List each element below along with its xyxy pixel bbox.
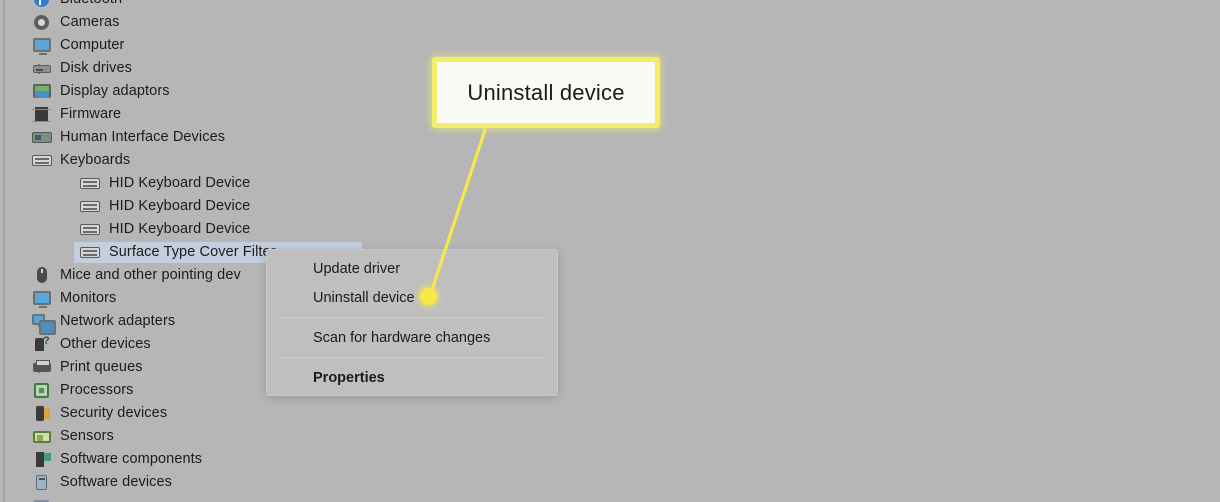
tree-row[interactable]: HID Keyboard Device (0, 172, 340, 195)
menu-separator (277, 317, 547, 318)
tree-row[interactable]: Software devices (0, 471, 340, 494)
tree-row-label: Network adapters (60, 313, 176, 330)
tree-row-label: Other devices (60, 336, 151, 353)
keyboard-icon (80, 244, 100, 261)
tree-row[interactable]: Keyboards (0, 149, 340, 172)
security-device-icon (32, 405, 52, 422)
display-adaptor-icon (32, 83, 52, 100)
menu-item[interactable]: Properties (267, 363, 557, 392)
menu-item[interactable]: Scan for hardware changes (267, 323, 557, 352)
sensor-icon (32, 428, 52, 445)
tree-row-label: Processors (60, 382, 134, 399)
software-component-icon (32, 451, 52, 468)
device-context-menu[interactable]: Update driver Uninstall device Scan for ha… (266, 249, 558, 396)
bluetooth-icon (32, 0, 52, 8)
tree-row[interactable]: Firmware (0, 103, 340, 126)
tree-row[interactable]: Computer (0, 34, 340, 57)
printer-icon (32, 359, 52, 376)
camera-icon (32, 14, 52, 31)
tree-row-label: Sensors (60, 428, 114, 445)
keyboard-icon (80, 221, 100, 238)
tree-row[interactable]: Security devices (0, 402, 340, 425)
callout-hotspot-dot (420, 288, 437, 305)
processor-icon (32, 382, 52, 399)
tree-row-label: Software components (60, 451, 203, 468)
tree-row-label: Print queues (60, 359, 143, 376)
tree-row[interactable]: Sensors (0, 425, 340, 448)
tree-row-label: Firmware (60, 106, 122, 123)
human-interface-icon (32, 129, 52, 146)
tree-row-label: Human Interface Devices (60, 129, 226, 146)
tree-row[interactable]: Cameras (0, 11, 340, 34)
tree-row[interactable]: Display adaptors (0, 80, 340, 103)
mouse-icon (32, 267, 52, 284)
tree-row-label: HID Keyboard Device (109, 198, 251, 215)
tree-row-label: Disk drives (60, 60, 132, 77)
tree-row-label: Software devices (60, 474, 173, 491)
tree-row-label: Display adaptors (60, 83, 170, 100)
tree-row[interactable]: Disk drives (0, 57, 340, 80)
keyboard-icon (80, 175, 100, 192)
keyboard-icon (80, 198, 100, 215)
tree-row[interactable]: Software components (0, 448, 340, 471)
tree-row[interactable]: HID Keyboard Device (0, 218, 340, 241)
network-adapter-icon (32, 313, 56, 335)
software-device-icon (32, 474, 52, 491)
computer-monitor-icon (32, 37, 52, 55)
menu-item[interactable]: Uninstall device (267, 283, 557, 312)
menu-separator (277, 357, 547, 358)
tree-row-label: Computer (60, 37, 125, 54)
tree-row[interactable]: Human Interface Devices (0, 126, 340, 149)
tree-row[interactable]: Bluetooth (0, 0, 340, 11)
tree-row-label: HID Keyboard Device (109, 221, 251, 238)
callout-box: Uninstall device (432, 57, 660, 128)
computer-monitor-icon (32, 290, 52, 308)
tree-row-label: Security devices (60, 405, 168, 422)
tree-row[interactable] (0, 494, 340, 502)
screenshot-root: Bluetooth Cameras Computer Disk drives Displ… (0, 0, 1220, 502)
tree-row-label: Mice and other pointing dev (60, 267, 241, 284)
tree-row[interactable]: HID Keyboard Device (0, 195, 340, 218)
firmware-icon (32, 106, 52, 123)
tree-row-label: Bluetooth (60, 0, 122, 7)
menu-item[interactable]: Update driver (267, 254, 557, 283)
sound-device-icon (32, 497, 52, 502)
tree-row-label: HID Keyboard Device (109, 175, 251, 192)
disk-drive-icon (32, 60, 52, 77)
tree-row-label: Surface Type Cover Filter (109, 244, 276, 261)
callout-label: Uninstall device (467, 79, 625, 105)
tree-row-label: Monitors (60, 290, 117, 307)
tree-row-label: Keyboards (60, 152, 131, 169)
keyboard-icon (32, 152, 52, 169)
unknown-device-icon (32, 335, 52, 353)
tree-row-label: Cameras (60, 14, 120, 31)
